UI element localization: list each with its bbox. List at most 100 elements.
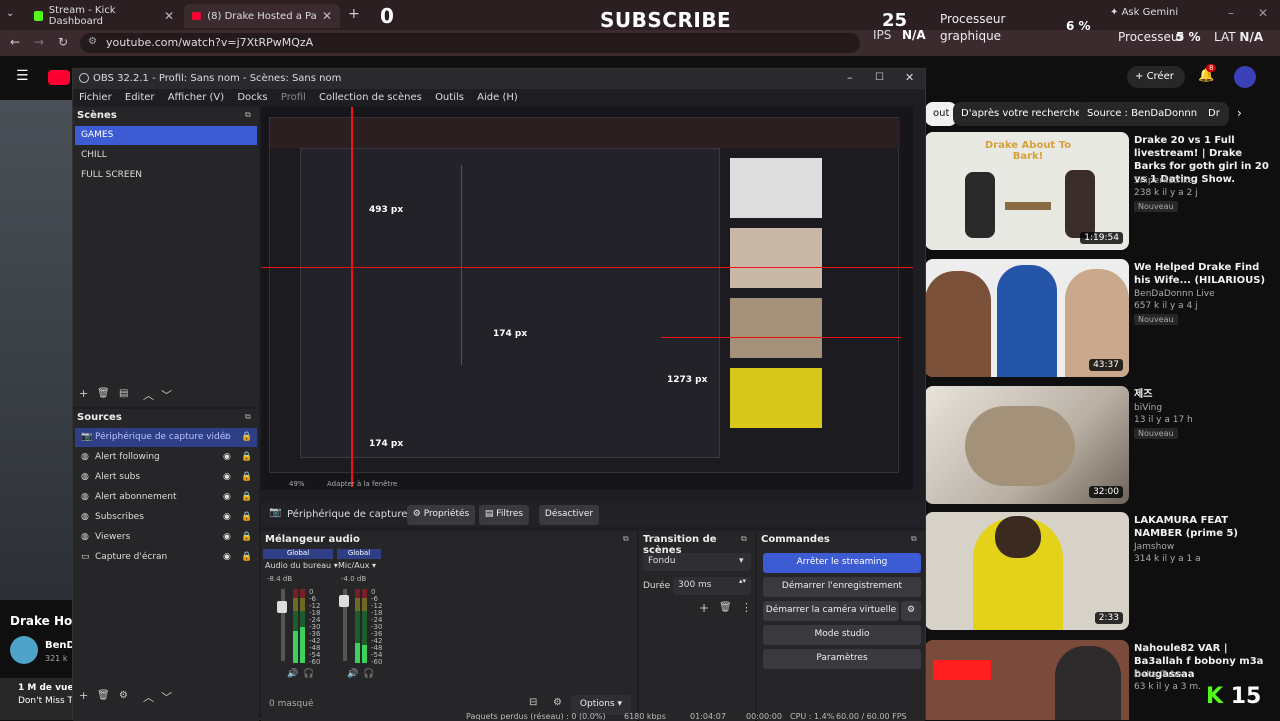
headphones-icon[interactable]: 🎧 bbox=[303, 669, 314, 679]
move-up-icon[interactable]: ︿ bbox=[143, 387, 154, 403]
advanced-audio-gear-icon[interactable]: ⚙ bbox=[553, 697, 562, 708]
eye-icon[interactable]: ◉ bbox=[223, 512, 231, 522]
lock-icon[interactable]: 🔒 bbox=[241, 472, 252, 482]
new-tab-plus-icon[interactable]: + bbox=[348, 6, 360, 22]
channel-name[interactable]: biVing bbox=[1134, 403, 1162, 413]
studio-mode-button[interactable]: Mode studio bbox=[763, 625, 921, 645]
tab-youtube[interactable]: (8) Drake Hosted a Party! (FULL ✕ bbox=[184, 4, 340, 28]
chip-more[interactable]: Dr bbox=[1200, 102, 1228, 126]
move-down-icon[interactable]: ﹀ bbox=[161, 689, 172, 705]
video-title[interactable]: 제즈 bbox=[1134, 388, 1274, 401]
channel-avatar[interactable] bbox=[10, 636, 38, 664]
transition-select[interactable]: Fondu ▾ bbox=[643, 553, 751, 571]
stop-streaming-button[interactable]: Arrêter le streaming bbox=[763, 553, 921, 573]
menu-aide[interactable]: Aide (H) bbox=[477, 92, 518, 103]
volume-slider-handle[interactable] bbox=[339, 595, 349, 607]
lock-icon[interactable]: 🔒 bbox=[241, 512, 252, 522]
channel-mic-aux[interactable]: Mic/Aux ▾ bbox=[338, 561, 376, 570]
youtube-logo-icon[interactable] bbox=[48, 70, 70, 85]
more-options-icon[interactable]: ⋮ bbox=[741, 601, 752, 614]
list-item[interactable]: 2:33 LAKAMURA FEAT NAMBER (prime 5) Jams… bbox=[925, 512, 1280, 636]
dock-float-icon[interactable]: ⧉ bbox=[623, 534, 629, 544]
close-icon[interactable]: ✕ bbox=[164, 9, 174, 23]
eye-icon[interactable]: ◉ bbox=[223, 492, 231, 502]
ask-gemini-button[interactable]: ✦ Ask Gemini bbox=[1110, 7, 1178, 18]
menu-outils[interactable]: Outils bbox=[435, 92, 464, 103]
create-button[interactable]: + Créer bbox=[1127, 66, 1185, 88]
virtual-camera-gear-icon[interactable]: ⚙ bbox=[901, 601, 921, 621]
chevron-right-icon[interactable]: › bbox=[1237, 106, 1242, 120]
video-thumbnail[interactable] bbox=[925, 640, 1129, 720]
preview-canvas[interactable]: 493 px 1273 px 174 px 174 px 49% Adapter… bbox=[261, 107, 913, 490]
minimize-icon[interactable]: – bbox=[1228, 6, 1234, 20]
video-thumbnail[interactable]: 43:37 bbox=[925, 259, 1129, 377]
add-transition-icon[interactable]: + bbox=[699, 601, 709, 615]
menu-docks[interactable]: Docks bbox=[237, 92, 267, 103]
menu-fichier[interactable]: Fichier bbox=[79, 92, 112, 103]
scene-item-games[interactable]: GAMES bbox=[75, 126, 257, 145]
eye-hidden-icon[interactable]: ⊘ bbox=[223, 432, 231, 442]
duration-spinbox[interactable]: 300 ms ▴▾ bbox=[673, 577, 751, 595]
video-title[interactable]: We Helped Drake Find his Wife... (HILARI… bbox=[1134, 261, 1274, 287]
volume-slider-handle[interactable] bbox=[277, 601, 287, 613]
eye-icon[interactable]: ◉ bbox=[223, 452, 231, 462]
properties-button[interactable]: ⚙ Propriétés bbox=[407, 505, 475, 525]
eye-icon[interactable]: ◉ bbox=[223, 532, 231, 542]
close-window-icon[interactable]: ✕ bbox=[1258, 6, 1268, 20]
dock-float-icon[interactable]: ⧉ bbox=[911, 534, 917, 544]
add-scene-icon[interactable]: + bbox=[79, 387, 88, 400]
headphones-icon[interactable]: 🎧 bbox=[363, 669, 374, 679]
filter-icon[interactable]: ▤ bbox=[119, 388, 128, 399]
source-item[interactable]: ◍ Subscribes ◉ 🔒 bbox=[75, 508, 257, 527]
source-item[interactable]: ◍ Viewers ◉ 🔒 bbox=[75, 528, 257, 547]
list-item[interactable]: Drake About To Bark! 1:19:54 Drake 20 vs… bbox=[925, 132, 1280, 256]
lock-icon[interactable]: 🔒 bbox=[241, 492, 252, 502]
video-thumbnail[interactable]: 32:00 bbox=[925, 386, 1129, 504]
tab-kick-dashboard[interactable]: Stream - Kick Dashboard ✕ bbox=[26, 4, 182, 28]
chip-search-based[interactable]: D'après votre recherche bbox=[953, 102, 1090, 126]
menu-profil[interactable]: Profil bbox=[281, 92, 306, 103]
move-down-icon[interactable]: ﹀ bbox=[161, 387, 172, 403]
channel-desktop-audio[interactable]: Audio du bureau ▾ bbox=[265, 561, 338, 570]
channel-name[interactable]: BenDaDonnn Live bbox=[1134, 289, 1215, 299]
scene-item-chill[interactable]: CHILL bbox=[75, 146, 257, 165]
main-video-player[interactable] bbox=[0, 100, 72, 600]
lock-icon[interactable]: 🔒 bbox=[241, 432, 252, 442]
start-virtual-camera-button[interactable]: Démarrer la caméra virtuelle bbox=[763, 601, 899, 621]
zoom-level[interactable]: 49% bbox=[289, 480, 305, 488]
minimize-icon[interactable]: – bbox=[847, 71, 853, 84]
spin-arrows-icon[interactable]: ▴▾ bbox=[739, 577, 746, 585]
video-thumbnail[interactable]: 2:33 bbox=[925, 512, 1129, 630]
tab-list-chevron-icon[interactable]: ⌄ bbox=[6, 8, 14, 19]
menu-editer[interactable]: Editer bbox=[125, 92, 155, 103]
eye-icon[interactable]: ◉ bbox=[223, 552, 231, 562]
list-item[interactable]: 43:37 We Helped Drake Find his Wife... (… bbox=[925, 259, 1280, 383]
speaker-icon[interactable]: 🔊 bbox=[347, 669, 358, 679]
lock-icon[interactable]: 🔒 bbox=[241, 452, 252, 462]
lock-icon[interactable]: 🔒 bbox=[241, 532, 252, 542]
reload-icon[interactable]: ↻ bbox=[58, 35, 68, 49]
source-item[interactable]: ◍ Alert abonnement ◉ 🔒 bbox=[75, 488, 257, 507]
url-input[interactable]: ⚙ youtube.com/watch?v=j7XtRPwMQzA bbox=[80, 33, 860, 53]
list-item[interactable]: 32:00 제즈 biVing 13 il y a 17 h Nouveau bbox=[925, 386, 1280, 510]
forward-arrow-icon[interactable]: → bbox=[34, 35, 44, 49]
trash-icon[interactable]: 🗑 bbox=[97, 690, 110, 701]
add-source-icon[interactable]: + bbox=[79, 689, 88, 702]
dock-float-icon[interactable]: ⧉ bbox=[741, 534, 747, 544]
trash-icon[interactable]: 🗑 bbox=[719, 602, 732, 613]
move-up-icon[interactable]: ︿ bbox=[143, 689, 154, 705]
channel-name[interactable]: Sniper4strike bbox=[1134, 176, 1193, 186]
scene-item-full-screen[interactable]: FULL SCREEN bbox=[75, 166, 257, 185]
close-icon[interactable]: ✕ bbox=[322, 9, 332, 23]
source-item[interactable]: ▭ Capture d'écran ◉ 🔒 bbox=[75, 548, 257, 567]
back-arrow-icon[interactable]: ← bbox=[10, 35, 20, 49]
dock-float-icon[interactable]: ⧉ bbox=[245, 110, 251, 120]
site-info-icon[interactable]: ⚙ bbox=[88, 36, 97, 47]
hamburger-menu-icon[interactable]: ☰ bbox=[16, 68, 29, 84]
settings-button[interactable]: Paramètres bbox=[763, 649, 921, 669]
source-item[interactable]: 📷 Périphérique de capture vidéo ⊘ 🔒 bbox=[75, 428, 257, 447]
dock-float-icon[interactable]: ⧉ bbox=[245, 412, 251, 422]
lock-icon[interactable]: 🔒 bbox=[241, 552, 252, 562]
deactivate-button[interactable]: Désactiver bbox=[539, 505, 599, 525]
close-icon[interactable]: ✕ bbox=[905, 71, 914, 84]
